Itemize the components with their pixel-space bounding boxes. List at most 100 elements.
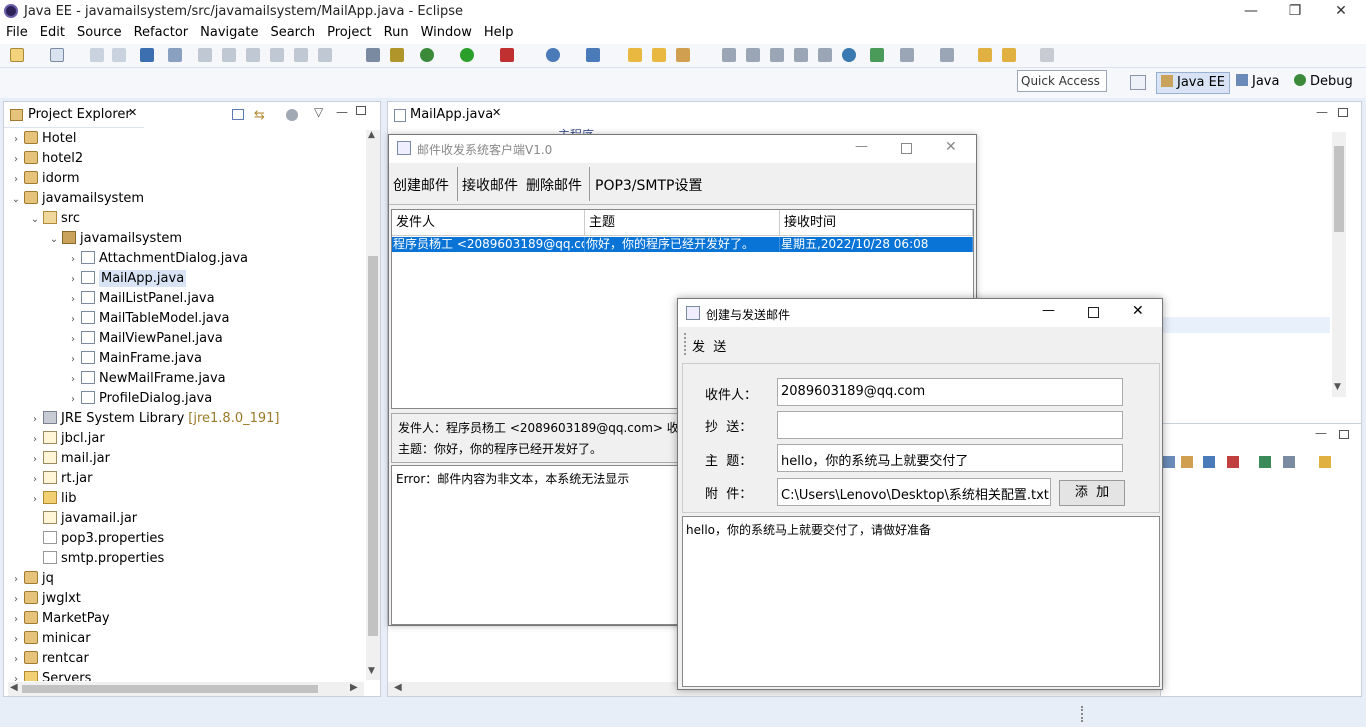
menu-file[interactable]: File bbox=[0, 24, 34, 42]
tree-item[interactable]: › JRE System Library [jre1.8.0_191] bbox=[29, 409, 279, 429]
tree-item[interactable]: › jq bbox=[10, 569, 54, 589]
block-select-icon[interactable] bbox=[794, 48, 808, 62]
expand-toggle-icon[interactable]: › bbox=[10, 170, 22, 190]
receive-mail-button[interactable]: 接收邮件 bbox=[462, 175, 518, 195]
column-sender[interactable]: 发件人 bbox=[392, 210, 585, 236]
tree-item[interactable]: › jwglxt bbox=[10, 589, 81, 609]
editor-scroll-down-icon[interactable]: ▼ bbox=[1334, 382, 1341, 392]
menu-search[interactable]: Search bbox=[264, 24, 321, 42]
tree-item[interactable]: › ProfileDialog.java bbox=[67, 389, 212, 409]
view-toolbar-icon-1[interactable] bbox=[1163, 456, 1175, 468]
expand-toggle-icon[interactable]: › bbox=[10, 150, 22, 170]
tree-item[interactable]: › Servers bbox=[10, 669, 91, 681]
link-editor-icon[interactable]: ⇆ bbox=[254, 108, 265, 123]
last-edit-icon[interactable] bbox=[978, 48, 992, 62]
tree-item[interactable]: pop3.properties bbox=[29, 529, 164, 549]
subject-field[interactable]: hello，你的系统马上就要交付了 bbox=[777, 444, 1123, 472]
new-icon[interactable] bbox=[10, 48, 24, 62]
new-mail-minimize[interactable]: — bbox=[1042, 303, 1055, 318]
perspective-debug[interactable]: Debug bbox=[1290, 72, 1357, 94]
menu-help[interactable]: Help bbox=[478, 24, 520, 42]
annotation-icon[interactable] bbox=[722, 48, 736, 62]
view-toolbar-icon-4[interactable] bbox=[1227, 456, 1239, 468]
filter-icon[interactable] bbox=[286, 109, 298, 121]
expand-toggle-icon[interactable]: › bbox=[29, 450, 41, 470]
terminal-icon[interactable] bbox=[140, 48, 154, 62]
new-mail-close[interactable]: ✕ bbox=[1132, 303, 1144, 319]
delete-mail-button[interactable]: 删除邮件 bbox=[526, 175, 582, 195]
step-over-icon[interactable] bbox=[294, 48, 308, 62]
next-annotation-icon[interactable] bbox=[900, 48, 914, 62]
toggle-mark-icon[interactable] bbox=[770, 48, 784, 62]
tree-item[interactable]: ⌄ javamailsystem bbox=[10, 189, 144, 209]
resume-icon[interactable] bbox=[198, 48, 212, 62]
pop3-smtp-settings-button[interactable]: POP3/SMTP设置 bbox=[595, 175, 703, 195]
tree-item[interactable]: › rt.jar bbox=[29, 469, 93, 489]
expand-toggle-icon[interactable]: › bbox=[10, 650, 22, 670]
menu-source[interactable]: Source bbox=[71, 24, 128, 42]
tree-item[interactable]: › minicar bbox=[10, 629, 91, 649]
mail-client-minimize[interactable]: — bbox=[855, 139, 868, 154]
expand-toggle-icon[interactable]: ⌄ bbox=[48, 230, 60, 250]
tree-item[interactable]: › MainFrame.java bbox=[67, 349, 202, 369]
editor-minimize-icon[interactable]: — bbox=[1316, 105, 1328, 119]
menu-refactor[interactable]: Refactor bbox=[128, 24, 195, 42]
expand-toggle-icon[interactable]: › bbox=[67, 270, 79, 290]
create-mail-button[interactable]: 创建邮件 bbox=[393, 175, 449, 195]
save-icon[interactable] bbox=[90, 48, 104, 62]
to-field[interactable]: 2089603189@qq.com bbox=[777, 378, 1123, 406]
expand-toggle-icon[interactable]: › bbox=[10, 590, 22, 610]
mail-client-close[interactable]: ✕ bbox=[945, 139, 957, 155]
format-icon[interactable] bbox=[366, 48, 380, 62]
view-toolbar-icon-6[interactable] bbox=[1283, 456, 1295, 468]
tree-item[interactable]: › AttachmentDialog.java bbox=[67, 249, 248, 269]
cc-field[interactable] bbox=[777, 411, 1123, 439]
expand-toggle-icon[interactable]: › bbox=[67, 330, 79, 350]
expand-toggle-icon[interactable]: › bbox=[67, 310, 79, 330]
project-explorer-tab[interactable]: Project Explorer ✕ bbox=[4, 102, 144, 128]
editor-tab[interactable]: MailApp.java ✕ bbox=[388, 102, 512, 128]
open-type-icon[interactable] bbox=[628, 48, 642, 62]
tree-item[interactable]: › hotel2 bbox=[10, 149, 83, 169]
step-return-icon[interactable] bbox=[318, 48, 332, 62]
prev-annotation-icon[interactable] bbox=[940, 48, 954, 62]
column-subject[interactable]: 主题 bbox=[585, 210, 780, 236]
expand-toggle-icon[interactable]: › bbox=[10, 570, 22, 590]
expand-toggle-icon[interactable]: › bbox=[10, 630, 22, 650]
expand-toggle-icon[interactable]: › bbox=[29, 410, 41, 430]
view-toolbar-icon-7[interactable] bbox=[1319, 456, 1331, 468]
mail-client-maximize[interactable] bbox=[901, 143, 912, 154]
expand-toggle-icon[interactable]: ⌄ bbox=[29, 210, 41, 230]
minimize-view-icon[interactable]: — bbox=[336, 105, 348, 119]
expand-toggle-icon[interactable]: › bbox=[67, 250, 79, 270]
scroll-h-thumb[interactable] bbox=[22, 685, 318, 693]
external-tools-icon[interactable] bbox=[390, 48, 404, 62]
expand-toggle-icon[interactable]: › bbox=[29, 490, 41, 510]
tree-item[interactable]: › MailApp.java bbox=[67, 269, 187, 290]
restore-button[interactable]: ❐ bbox=[1272, 0, 1318, 24]
view-menu-icon[interactable]: ▽ bbox=[314, 105, 323, 119]
debug-icon[interactable] bbox=[420, 48, 434, 62]
search-icon[interactable] bbox=[676, 48, 690, 62]
tree-item[interactable]: › jbcl.jar bbox=[29, 429, 105, 449]
menu-navigate[interactable]: Navigate bbox=[194, 24, 264, 42]
perspective-java[interactable]: Java bbox=[1232, 72, 1283, 94]
expand-toggle-icon[interactable]: ⌄ bbox=[10, 190, 22, 210]
close-tab-icon[interactable]: ✕ bbox=[128, 106, 137, 119]
tree-item[interactable]: smtp.properties bbox=[29, 549, 164, 569]
new-project-icon[interactable] bbox=[50, 48, 64, 62]
tree-item[interactable]: › MarketPay bbox=[10, 609, 110, 629]
mail-body-textarea[interactable]: hello，你的系统马上就要交付了，请做好准备 bbox=[682, 516, 1160, 687]
expand-toggle-icon[interactable]: › bbox=[67, 290, 79, 310]
bottom-maximize-icon[interactable] bbox=[1339, 430, 1349, 439]
tree-item[interactable]: › NewMailFrame.java bbox=[67, 369, 226, 389]
new-mail-maximize[interactable] bbox=[1088, 307, 1099, 318]
editor-scrollbar[interactable]: ▼ bbox=[1332, 132, 1346, 397]
scroll-right-icon[interactable]: ▶ bbox=[350, 682, 358, 693]
globe-icon[interactable] bbox=[842, 48, 856, 62]
skip-breakpoints-icon[interactable] bbox=[168, 48, 182, 62]
run-coverage-icon[interactable] bbox=[500, 48, 514, 62]
column-time[interactable]: 接收时间 bbox=[780, 210, 973, 236]
forward-icon[interactable] bbox=[1040, 48, 1054, 62]
step-into-icon[interactable] bbox=[270, 48, 284, 62]
